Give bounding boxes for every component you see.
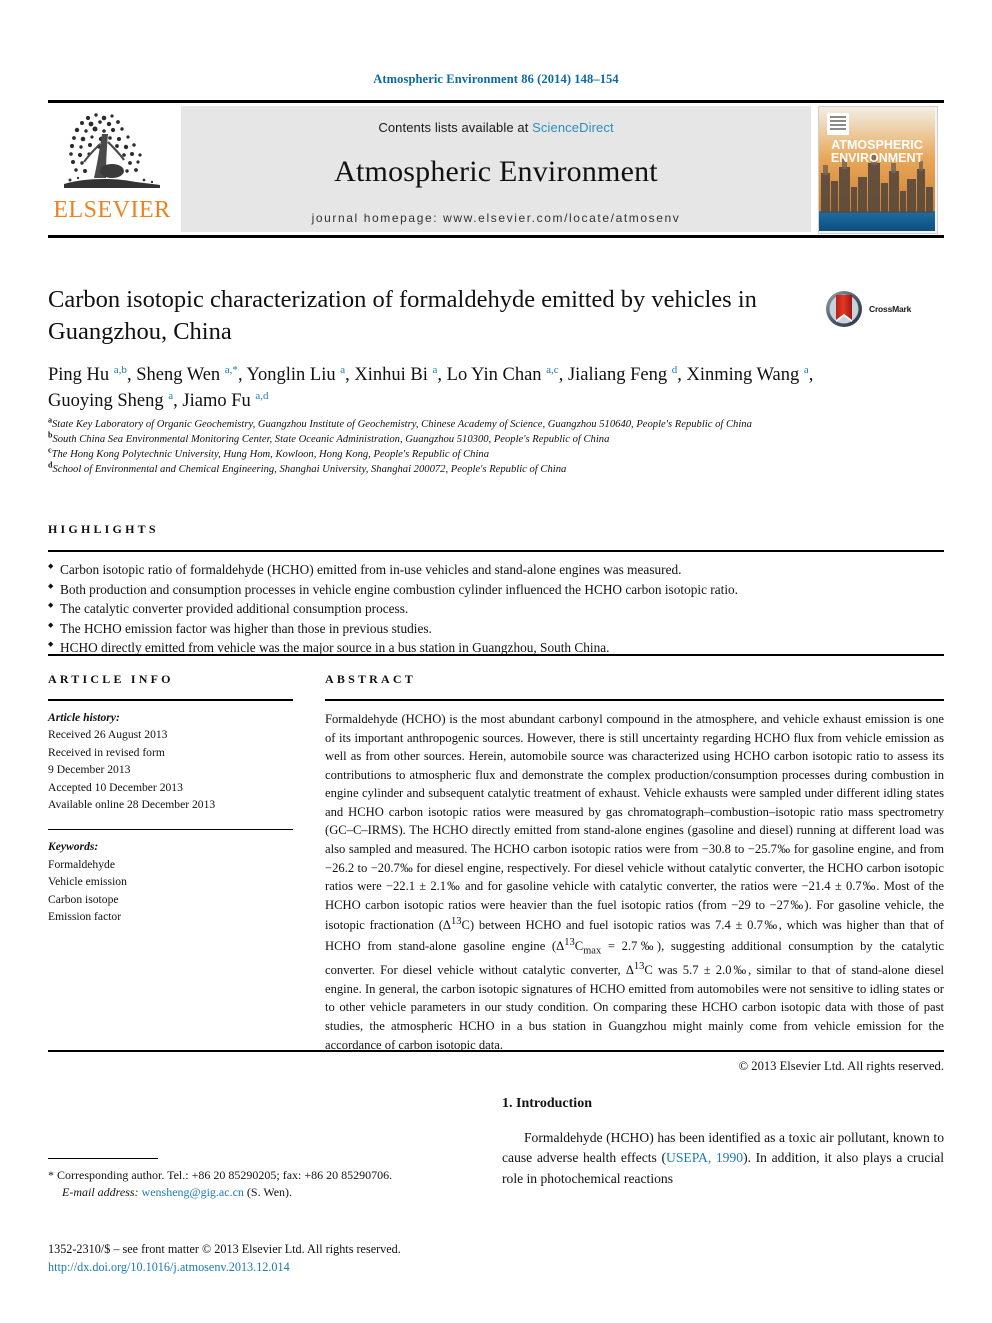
list-item: The HCHO emission factor was higher than… xyxy=(48,619,944,639)
author-list: Ping Hu a,b, Sheng Wen a,*, Yonglin Liu … xyxy=(48,363,814,412)
title-block: Carbon isotopic characterization of form… xyxy=(48,284,944,349)
introduction-section: 1. Introduction Formaldehyde (HCHO) has … xyxy=(502,1096,944,1189)
doi-link[interactable]: http://dx.doi.org/10.1016/j.atmosenv.201… xyxy=(48,1258,548,1276)
list-item: Carbon isotopic ratio of formaldehyde (H… xyxy=(48,560,944,580)
affiliation-text: The Hong Kong Polytechnic University, Hu… xyxy=(51,449,490,461)
highlights-list: Carbon isotopic ratio of formaldehyde (H… xyxy=(48,560,944,658)
elsevier-wordmark: ELSEVIER xyxy=(53,197,171,223)
journal-title: Atmospheric Environment xyxy=(334,155,658,188)
journal-banner: Contents lists available at ScienceDirec… xyxy=(181,106,811,232)
affiliation-list: aState Key Laboratory of Organic Geochem… xyxy=(48,416,768,477)
keyword: Carbon isotope xyxy=(48,892,119,906)
sciencedirect-link[interactable]: ScienceDirect xyxy=(532,120,614,135)
affiliation-text: School of Environmental and Chemical Eng… xyxy=(52,464,567,476)
article-history-label: Article history: xyxy=(48,711,120,724)
crossmark-icon xyxy=(826,291,862,327)
affiliation-a: aState Key Laboratory of Organic Geochem… xyxy=(48,416,768,432)
footnote-body: * Corresponding author. Tel.: +86 20 852… xyxy=(48,1167,488,1202)
contents-available-line: Contents lists available at ScienceDirec… xyxy=(181,106,811,135)
journal-masthead: ELSEVIER Contents lists available at Sci… xyxy=(48,100,944,238)
crossmark-badge[interactable]: CrossMark xyxy=(824,286,932,332)
article-history: Article history: Received 26 August 2013… xyxy=(48,709,293,813)
elsevier-tree-icon xyxy=(64,113,160,188)
list-item: The catalytic converter provided additio… xyxy=(48,599,944,619)
affiliation-d: dSchool of Environmental and Chemical En… xyxy=(48,461,768,477)
svg-text:ATMOSPHERIC: ATMOSPHERIC xyxy=(831,138,922,152)
contents-prefix: Contents lists available at xyxy=(378,120,533,135)
history-line: Available online 28 December 2013 xyxy=(48,797,216,811)
keyword: Formaldehyde xyxy=(48,857,115,871)
abstract-rule xyxy=(325,699,944,701)
keyword: Vehicle emission xyxy=(48,875,127,889)
affiliation-text: State Key Laboratory of Organic Geochemi… xyxy=(52,419,752,430)
highlights-section: HIGHLIGHTS Carbon isotopic ratio of form… xyxy=(48,522,944,658)
article-info-column: ARTICLE INFO Article history: Received 2… xyxy=(48,672,293,925)
abstract-copyright: © 2013 Elsevier Ltd. All rights reserved… xyxy=(738,1059,944,1074)
history-line: 9 December 2013 xyxy=(48,763,131,777)
corresponding-author-footnote: * Corresponding author. Tel.: +86 20 852… xyxy=(48,1158,488,1202)
footnote-rule xyxy=(48,1158,158,1159)
history-line: Received 26 August 2013 xyxy=(48,728,168,742)
band-top-rule xyxy=(48,654,944,656)
corresponding-author-line: * Corresponding author. Tel.: +86 20 852… xyxy=(48,1168,393,1182)
highlights-heading: HIGHLIGHTS xyxy=(48,522,159,536)
masthead-bottom-rule xyxy=(48,235,944,238)
keyword: Emission factor xyxy=(48,909,122,923)
keywords-block: Keywords: Formaldehyde Vehicle emission … xyxy=(48,838,293,925)
introduction-heading: 1. Introduction xyxy=(502,1096,592,1111)
list-item: Both production and consumption processe… xyxy=(48,580,944,600)
affiliation-c: cThe Hong Kong Polytechnic University, H… xyxy=(48,446,768,462)
svg-text:ENVIRONMENT: ENVIRONMENT xyxy=(831,151,924,165)
page-title: Carbon isotopic characterization of form… xyxy=(48,286,757,346)
masthead-top-rule xyxy=(48,100,944,103)
crossmark-label: CrossMark xyxy=(869,304,912,314)
history-line: Accepted 10 December 2013 xyxy=(48,780,183,794)
elsevier-logo[interactable]: ELSEVIER xyxy=(50,108,174,234)
abstract-column: ABSTRACT Formaldehyde (HCHO) is the most… xyxy=(325,672,944,1074)
email-link[interactable]: wensheng@gig.ac.cn xyxy=(142,1185,244,1199)
abstract-heading: ABSTRACT xyxy=(325,672,416,686)
email-line: E-mail address: wensheng@gig.ac.cn (S. W… xyxy=(48,1184,488,1201)
article-info-rule xyxy=(48,699,293,701)
keywords-label: Keywords: xyxy=(48,840,99,854)
running-head: Atmospheric Environment 86 (2014) 148–15… xyxy=(373,72,619,86)
keywords-rule xyxy=(48,829,293,831)
email-suffix: (S. Wen). xyxy=(246,1185,293,1200)
history-line: Received in revised form xyxy=(48,745,165,759)
journal-cover-artwork: ATMOSPHERIC ENVIRONMENT xyxy=(819,107,935,231)
affiliation-b: bSouth China Sea Environmental Monitorin… xyxy=(48,431,768,447)
colophon: 1352-2310/$ – see front matter © 2013 El… xyxy=(48,1240,548,1277)
journal-cover-image[interactable]: ATMOSPHERIC ENVIRONMENT xyxy=(818,106,938,234)
affiliation-text: South China Sea Environmental Monitoring… xyxy=(52,434,610,446)
band-bottom-rule xyxy=(48,1050,944,1052)
abstract-body: Formaldehyde (HCHO) is the most abundant… xyxy=(325,712,944,1052)
introduction-paragraph: Formaldehyde (HCHO) has been identified … xyxy=(502,1130,944,1186)
issn-line: 1352-2310/$ – see front matter © 2013 El… xyxy=(48,1242,401,1256)
email-label: E-mail address: xyxy=(62,1185,139,1200)
article-info-heading: ARTICLE INFO xyxy=(48,672,174,686)
highlights-rule xyxy=(48,550,944,552)
article-first-page: Atmospheric Environment 86 (2014) 148–15… xyxy=(0,0,992,1323)
journal-homepage-link[interactable]: journal homepage: www.elsevier.com/locat… xyxy=(181,211,811,225)
